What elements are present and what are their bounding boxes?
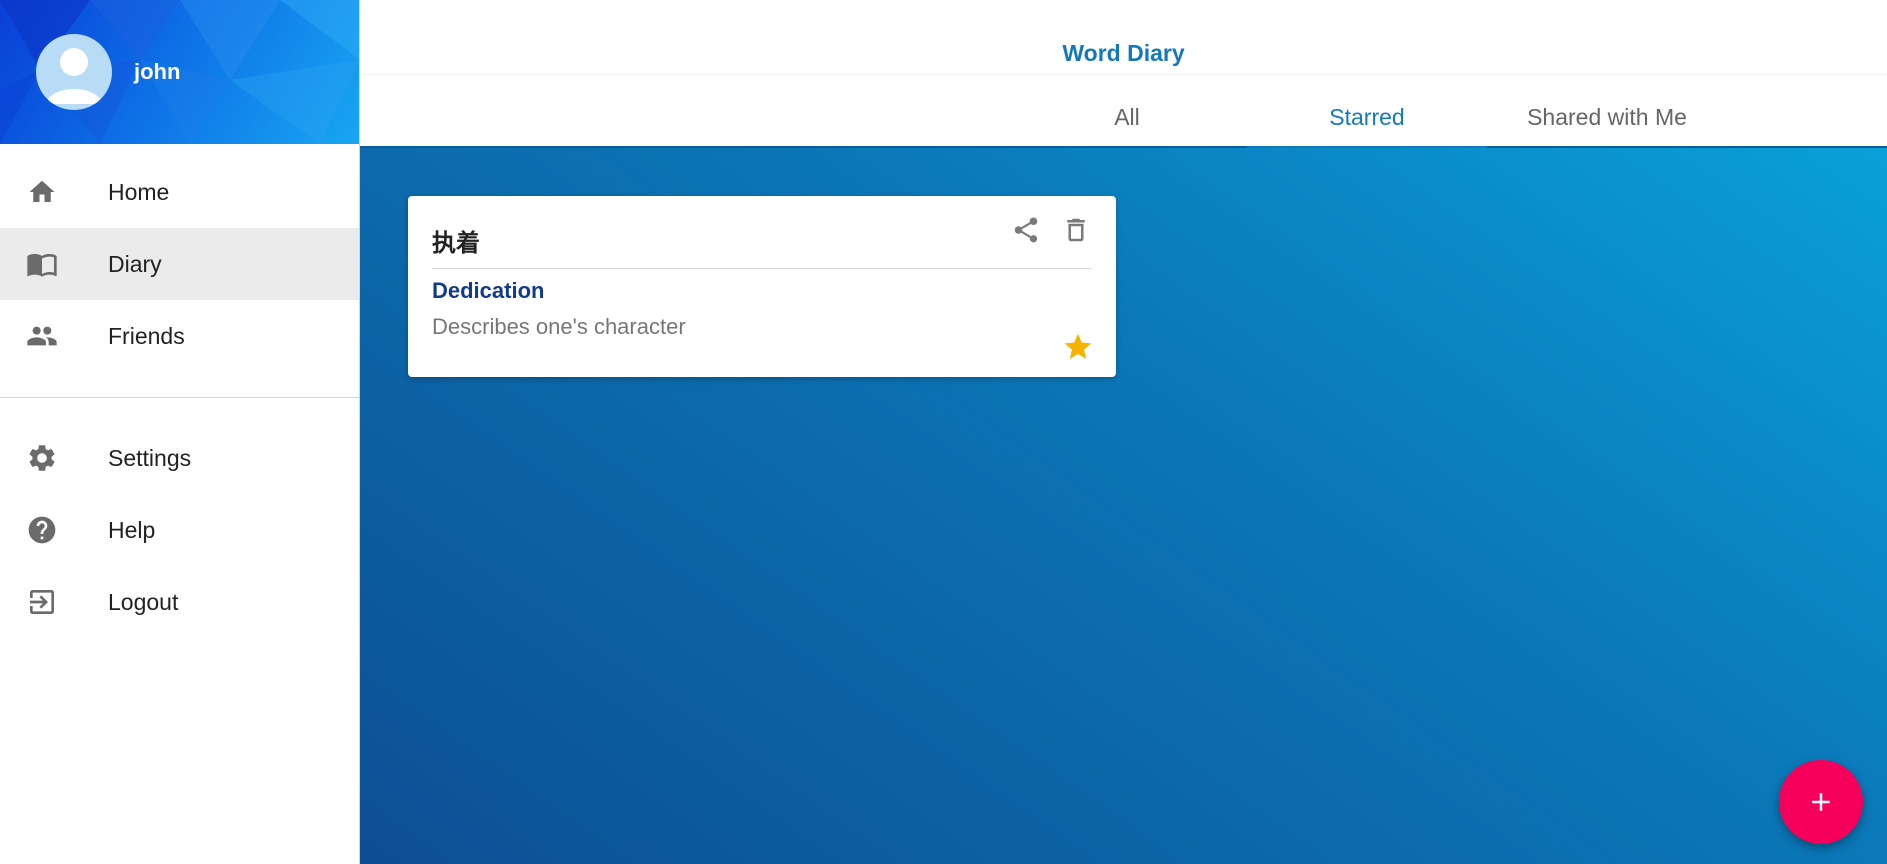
sidebar-item-diary[interactable]: Diary (0, 228, 359, 300)
sidebar-item-label: Settings (108, 444, 192, 471)
secondary-nav: Settings Help Logout (0, 422, 359, 638)
profile-header: john (0, 0, 359, 144)
sidebar-item-label: Logout (108, 588, 179, 615)
card-divider (432, 268, 1092, 269)
nav-divider (0, 397, 359, 398)
add-entry-button[interactable] (1779, 760, 1863, 844)
sidebar-item-settings[interactable]: Settings (0, 422, 359, 494)
sidebar-item-label: Help (108, 516, 156, 543)
entry-description: Describes one's character (432, 314, 686, 339)
star-icon[interactable] (1062, 331, 1094, 363)
home-icon (24, 174, 60, 210)
tab-bar: All Starred Shared with Me (1007, 86, 1727, 150)
title-separator (360, 74, 1887, 75)
sidebar: john Home Diary Friends Settings Help Lo… (0, 0, 360, 864)
tab-shared-with-me[interactable]: Shared with Me (1487, 86, 1727, 148)
sidebar-item-logout[interactable]: Logout (0, 566, 359, 638)
entry-word: Dedication (432, 278, 545, 303)
help-icon (24, 512, 60, 548)
tab-starred[interactable]: Starred (1247, 86, 1487, 150)
people-icon (24, 318, 60, 354)
book-icon (24, 246, 60, 282)
tab-all[interactable]: All (1007, 86, 1247, 148)
entry-title: 执着 (432, 229, 480, 257)
share-icon[interactable] (1010, 214, 1042, 246)
top-bar: Word Diary All Starred Shared with Me (360, 0, 1887, 150)
plus-icon (1812, 793, 1830, 811)
sidebar-item-label: Friends (108, 322, 185, 349)
sidebar-item-friends[interactable]: Friends (0, 300, 359, 372)
sidebar-item-label: Home (108, 178, 170, 205)
sidebar-item-label: Diary (108, 250, 162, 277)
logout-icon (24, 584, 60, 620)
sidebar-item-home[interactable]: Home (0, 156, 359, 228)
username: john (134, 59, 181, 84)
sidebar-item-help[interactable]: Help (0, 494, 359, 566)
user-avatar-icon[interactable] (36, 34, 112, 110)
page-title: Word Diary (1062, 40, 1185, 66)
entry-actions (1010, 214, 1092, 246)
main-area: Word Diary All Starred Shared with Me 执着… (360, 0, 1887, 864)
content-area: 执着 Dedication Describes one's character (360, 148, 1887, 864)
main-nav: Home Diary Friends (0, 156, 359, 372)
delete-icon[interactable] (1060, 214, 1092, 246)
diary-entry-card[interactable]: 执着 Dedication Describes one's character (408, 196, 1116, 377)
gear-icon (24, 440, 60, 476)
